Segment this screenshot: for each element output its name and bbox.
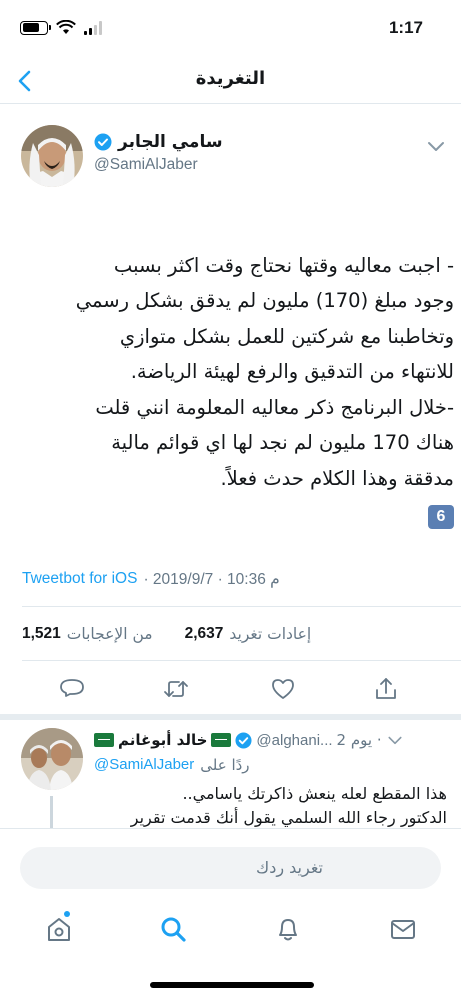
reply-to-line: @SamiAlJaber ردًا على bbox=[94, 756, 447, 774]
home-icon[interactable] bbox=[44, 914, 74, 944]
chevron-down-icon[interactable] bbox=[425, 138, 447, 154]
reply-composer: تغريد ردك bbox=[0, 828, 461, 902]
page-title: التغريدة bbox=[195, 68, 266, 89]
author-avatar[interactable] bbox=[21, 125, 83, 187]
author-handle: @SamiAlJaber bbox=[94, 156, 198, 173]
reply-tweet[interactable]: خالد أبوغانم @alghani... 2 يوم · @SamiAl… bbox=[0, 720, 461, 828]
tweet-action-bar bbox=[0, 670, 461, 710]
retweets-label[interactable]: إعادات تغريد bbox=[229, 625, 311, 643]
tweet-header: سامي الجابر @SamiAlJaber bbox=[0, 120, 461, 192]
thread-number-badge: 6 bbox=[428, 504, 454, 529]
reply-input[interactable]: تغريد ردك bbox=[20, 847, 441, 889]
reply-author-avatar[interactable] bbox=[21, 728, 83, 790]
share-icon[interactable] bbox=[373, 676, 399, 702]
reply-text: هذا المقطع لعله ينعش ذاكرتك ياسامي.. الد… bbox=[130, 784, 447, 827]
saudi-flag-icon bbox=[94, 733, 114, 747]
reply-to-handle[interactable]: @SamiAlJaber bbox=[94, 756, 194, 774]
tweet-source-link[interactable]: Tweetbot for iOS bbox=[22, 570, 137, 588]
like-heart-icon[interactable] bbox=[270, 676, 296, 702]
messages-icon[interactable] bbox=[388, 914, 418, 944]
status-time: 1:17 bbox=[388, 18, 423, 37]
reply-time: 2 يوم · bbox=[336, 731, 382, 749]
battery-icon bbox=[20, 20, 51, 35]
retweets-count[interactable]: 2,637 bbox=[185, 625, 224, 643]
verified-badge-icon bbox=[94, 133, 112, 151]
status-bar: 1:17 bbox=[0, 0, 461, 58]
status-icons bbox=[20, 20, 104, 35]
tab-bar bbox=[0, 902, 461, 1000]
reply-author-handle: @alghani... bbox=[256, 731, 333, 749]
likes-count[interactable]: 1,521 bbox=[22, 625, 61, 643]
author-name[interactable]: سامي الجابر bbox=[118, 132, 223, 152]
wifi-icon bbox=[56, 20, 76, 34]
tweet-timestamp: · 2019/9/7 · 10:36 م bbox=[143, 570, 280, 588]
retweet-icon[interactable] bbox=[163, 676, 189, 702]
reply-author-name[interactable]: خالد أبوغانم bbox=[118, 731, 207, 749]
reply-icon[interactable] bbox=[59, 676, 85, 702]
verified-badge-icon bbox=[235, 731, 252, 749]
tweet-text: - اجبت معاليه وقتها نحتاج وقت اكثر بسبب … bbox=[14, 212, 454, 569]
tweet-meta: Tweetbot for iOS · 2019/9/7 · 10:36 م bbox=[22, 565, 447, 593]
author-block[interactable]: سامي الجابر @SamiAlJaber bbox=[94, 132, 223, 174]
reply-to-label: ردًا على bbox=[200, 756, 250, 774]
chevron-down-icon[interactable] bbox=[386, 733, 404, 747]
saudi-flag-icon bbox=[211, 733, 232, 747]
likes-label[interactable]: من الإعجابات bbox=[67, 625, 153, 643]
search-icon[interactable] bbox=[158, 914, 188, 944]
tweet-text-content: - اجبت معاليه وقتها نحتاج وقت اكثر بسبب … bbox=[75, 253, 454, 490]
divider bbox=[22, 606, 461, 607]
notifications-icon[interactable] bbox=[273, 914, 303, 944]
signal-icon bbox=[84, 20, 102, 35]
nav-bar: التغريدة bbox=[0, 58, 461, 104]
thread-connector bbox=[50, 796, 53, 828]
divider bbox=[22, 660, 461, 661]
reply-header: خالد أبوغانم @alghani... 2 يوم · bbox=[94, 728, 447, 752]
tweet-stats: 1,521 من الإعجابات 2,637 إعادات تغريد bbox=[22, 620, 439, 648]
home-indicator bbox=[150, 982, 314, 988]
